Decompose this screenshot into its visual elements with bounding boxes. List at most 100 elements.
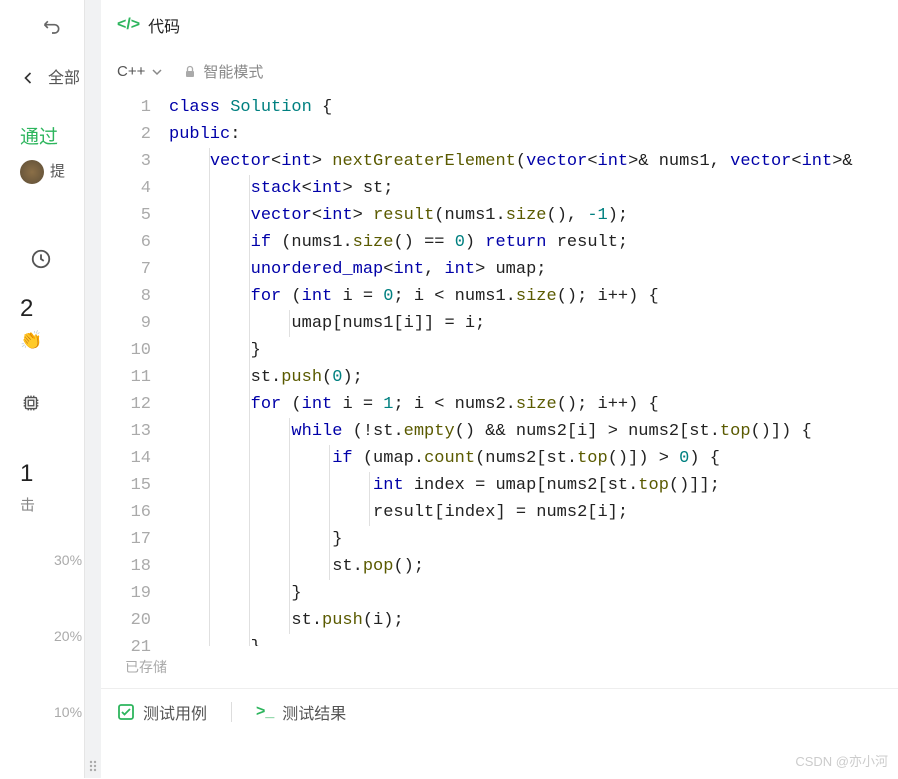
indent-guide [249, 499, 250, 526]
back-arrow-icon[interactable] [18, 68, 38, 88]
code-line[interactable]: unordered_map<int, int> umap; [169, 256, 898, 283]
code-line[interactable]: public: [169, 121, 898, 148]
saved-status: 已存储 [101, 646, 898, 688]
line-number: 4 [101, 175, 151, 202]
indent-guide [209, 310, 210, 337]
code-area[interactable]: class Solution {public: vector<int> next… [169, 94, 898, 646]
indent-guide [209, 634, 210, 646]
indent-guide [209, 607, 210, 634]
indent-guide [249, 526, 250, 553]
indent-guide [249, 229, 250, 256]
indent-guide [249, 202, 250, 229]
indent-guide [329, 526, 330, 553]
code-line[interactable]: st.push(i); [169, 607, 898, 634]
pct-20: 20% [54, 628, 82, 644]
indent-guide [209, 499, 210, 526]
indent-guide [329, 553, 330, 580]
indent-guide [249, 391, 250, 418]
pct-30: 30% [54, 552, 82, 568]
tab-testcase[interactable]: 测试用例 [117, 700, 207, 724]
code-line[interactable]: int index = umap[nums2[st.top()]]; [169, 472, 898, 499]
code-line[interactable]: while (!st.empty() && nums2[i] > nums2[s… [169, 418, 898, 445]
indent-guide [249, 337, 250, 364]
resize-handle-icon[interactable] [88, 758, 98, 774]
line-number: 2 [101, 121, 151, 148]
line-number: 7 [101, 256, 151, 283]
code-line[interactable]: } [169, 337, 898, 364]
code-line[interactable]: stack<int> st; [169, 175, 898, 202]
code-line[interactable]: for (int i = 1; i < nums2.size(); i++) { [169, 391, 898, 418]
line-number: 15 [101, 472, 151, 499]
tab-result-label: 测试结果 [282, 700, 346, 724]
language-label: C++ [117, 63, 145, 80]
code-line[interactable]: result[index] = nums2[i]; [169, 499, 898, 526]
bottom-tabs: 测试用例 >_ 测试结果 [101, 688, 898, 734]
line-number: 10 [101, 337, 151, 364]
beat-label: 击 [20, 494, 35, 515]
panel-divider[interactable] [85, 0, 101, 778]
clock-icon [30, 248, 52, 270]
line-gutter: 123456789101112131415161718192021 [101, 94, 169, 646]
indent-guide [209, 445, 210, 472]
indent-guide [209, 148, 210, 175]
indent-guide [289, 472, 290, 499]
line-number: 8 [101, 283, 151, 310]
indent-guide [249, 634, 250, 646]
code-line[interactable]: } [169, 634, 898, 646]
avatar[interactable] [20, 160, 44, 184]
indent-guide [289, 310, 290, 337]
chevron-down-icon [151, 66, 163, 78]
indent-guide [249, 472, 250, 499]
line-number: 1 [101, 94, 151, 121]
code-editor[interactable]: 123456789101112131415161718192021 class … [101, 94, 898, 646]
indent-guide [249, 175, 250, 202]
code-line[interactable]: umap[nums1[i]] = i; [169, 310, 898, 337]
indent-guide [249, 580, 250, 607]
line-number: 17 [101, 526, 151, 553]
code-line[interactable]: vector<int> nextGreaterElement(vector<in… [169, 148, 898, 175]
indent-guide [249, 418, 250, 445]
indent-guide [289, 553, 290, 580]
line-number: 20 [101, 607, 151, 634]
line-number: 16 [101, 499, 151, 526]
code-line[interactable]: class Solution { [169, 94, 898, 121]
undo-icon[interactable] [42, 18, 62, 38]
language-select[interactable]: C++ [117, 63, 163, 80]
tab-result[interactable]: >_ 测试结果 [256, 700, 346, 724]
pct-10: 10% [54, 704, 82, 720]
code-line[interactable]: if (umap.count(nums2[st.top()]) > 0) { [169, 445, 898, 472]
indent-guide [289, 445, 290, 472]
code-line[interactable]: } [169, 526, 898, 553]
all-label[interactable]: 全部 [48, 64, 80, 88]
code-line[interactable]: } [169, 580, 898, 607]
mode-label: 智能模式 [203, 61, 263, 82]
line-number: 19 [101, 580, 151, 607]
smart-mode[interactable]: 智能模式 [183, 61, 263, 82]
tab-separator [231, 702, 232, 722]
indent-guide [209, 337, 210, 364]
indent-guide [249, 256, 250, 283]
line-number: 5 [101, 202, 151, 229]
code-line[interactable]: st.pop(); [169, 553, 898, 580]
code-line[interactable]: vector<int> result(nums1.size(), -1); [169, 202, 898, 229]
indent-guide [249, 310, 250, 337]
code-line[interactable]: st.push(0); [169, 364, 898, 391]
stat-2: 2 [20, 295, 33, 323]
indent-guide [369, 472, 370, 499]
indent-guide [209, 553, 210, 580]
watermark: CSDN @亦小河 [795, 751, 888, 770]
chip-icon [20, 392, 42, 414]
lock-icon [183, 65, 197, 79]
stat-1: 1 [20, 460, 33, 488]
line-number: 12 [101, 391, 151, 418]
check-box-icon [117, 703, 135, 721]
line-number: 9 [101, 310, 151, 337]
indent-guide [329, 472, 330, 499]
indent-guide [209, 175, 210, 202]
code-line[interactable]: if (nums1.size() == 0) return result; [169, 229, 898, 256]
indent-guide [209, 472, 210, 499]
indent-guide [249, 283, 250, 310]
line-number: 18 [101, 553, 151, 580]
indent-guide [209, 202, 210, 229]
code-line[interactable]: for (int i = 0; i < nums1.size(); i++) { [169, 283, 898, 310]
